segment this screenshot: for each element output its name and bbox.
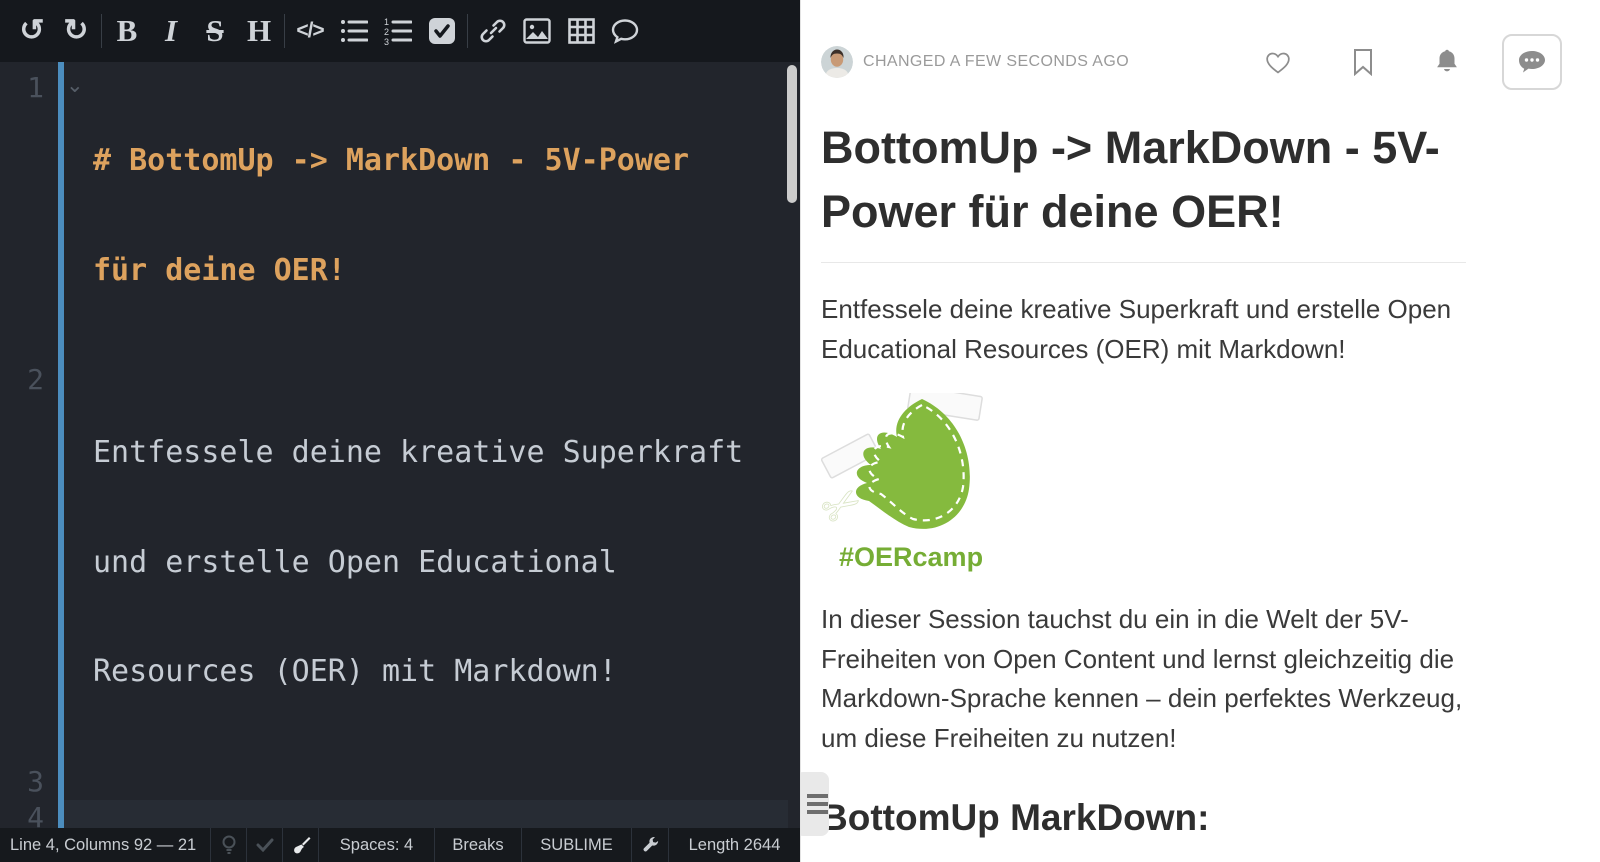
italic-button[interactable]: I <box>149 9 193 53</box>
bell-icon <box>1434 48 1460 76</box>
toolbar-divider <box>101 14 102 48</box>
check-icon <box>256 838 274 852</box>
document-title: BottomUp -> MarkDown - 5V-Power für dein… <box>821 116 1466 263</box>
code-row[interactable]: # BottomUp -> MarkDown - 5V-Power <box>93 143 800 180</box>
status-bar: Line 4, Columns 92 — 21 Spaces: 4 Breaks… <box>0 828 800 862</box>
link-button[interactable] <box>471 9 515 53</box>
editor-pane: ↺ ↻ B I S H </> 1 2 3 <box>0 0 800 862</box>
rendered-document: BottomUp -> MarkDown - 5V-Power für dein… <box>821 92 1466 862</box>
link-icon <box>479 17 507 45</box>
heading-icon: H <box>247 13 271 49</box>
redo-button[interactable]: ↻ <box>54 9 98 53</box>
oercamp-logo-caption: #OERcamp <box>839 542 1466 573</box>
heart-icon <box>1264 49 1292 75</box>
line-number: 3 <box>0 764 64 801</box>
editor-scrollbar-thumb[interactable] <box>787 65 797 203</box>
document-length-status: Length 2644 <box>668 828 800 862</box>
app-window: ↺ ↻ B I S H </> 1 2 3 <box>0 0 1600 862</box>
redo-icon: ↻ <box>63 16 88 46</box>
code-row[interactable]: Entfessele deine kreative Superkraft <box>93 435 800 472</box>
bold-button[interactable]: B <box>105 9 149 53</box>
author-avatar[interactable] <box>821 46 853 78</box>
indent-setting[interactable]: Spaces: 4 <box>318 828 434 862</box>
heading-button[interactable]: H <box>237 9 281 53</box>
table-button[interactable] <box>559 9 603 53</box>
theme-brush-toggle[interactable] <box>282 828 318 862</box>
italic-icon: I <box>165 13 177 49</box>
image-button[interactable] <box>515 9 559 53</box>
cursor-position-status: Line 4, Columns 92 — 21 <box>0 828 210 862</box>
bold-icon: B <box>117 13 138 49</box>
comment-icon <box>611 18 639 44</box>
code-row[interactable]: Resources (OER) mit Markdown! <box>93 654 800 691</box>
oercamp-logo-image: ✂ #OERcamp <box>821 393 1466 573</box>
code-row[interactable]: für deine OER! <box>93 253 800 290</box>
speech-bubble-icon <box>1516 48 1548 76</box>
toc-handle[interactable] <box>800 772 829 836</box>
preferences-button[interactable] <box>631 828 668 862</box>
editor-line-1[interactable]: 1 ⌄ # BottomUp -> MarkDown - 5V-Power fü… <box>0 70 800 362</box>
code-row[interactable]: und erstelle Open Educational <box>93 545 800 582</box>
lightbulb-icon <box>221 835 237 855</box>
paragraph-1: Entfessele deine kreative Superkraft und… <box>821 290 1466 369</box>
svg-text:3: 3 <box>384 37 389 45</box>
wrench-icon <box>641 836 659 854</box>
undo-icon: ↺ <box>19 16 44 46</box>
bookmark-button[interactable] <box>1352 48 1374 76</box>
editor-line-3[interactable]: 3 <box>0 764 800 801</box>
spellcheck-toggle[interactable] <box>246 828 282 862</box>
strikethrough-icon: S <box>206 13 223 49</box>
oercamp-flame-graphic: ✂ <box>821 393 986 535</box>
comment-button[interactable] <box>603 9 647 53</box>
table-icon <box>568 18 595 44</box>
line-number: 2 <box>0 362 64 764</box>
section-heading: BottomUp MarkDown: <box>821 798 1466 862</box>
unordered-list-button[interactable] <box>332 9 376 53</box>
unordered-list-icon <box>340 18 368 44</box>
code-icon: </> <box>296 19 323 43</box>
line-number: 1 <box>0 70 64 362</box>
markdown-editor[interactable]: 1 ⌄ # BottomUp -> MarkDown - 5V-Power fü… <box>0 62 800 828</box>
subscribe-button[interactable] <box>1434 48 1460 76</box>
code-button[interactable]: </> <box>288 9 332 53</box>
editor-toolbar: ↺ ↻ B I S H </> 1 2 3 <box>0 0 800 62</box>
strikethrough-button[interactable]: S <box>193 9 237 53</box>
ordered-list-button[interactable]: 1 2 3 <box>376 9 420 53</box>
hint-toggle[interactable] <box>210 828 246 862</box>
preview-pane: CHANGED A FEW SECONDS AGO <box>800 0 1600 862</box>
svg-text:1: 1 <box>384 17 389 27</box>
ordered-list-icon: 1 2 3 <box>384 17 412 45</box>
preview-header: CHANGED A FEW SECONDS AGO <box>821 32 1562 92</box>
fold-chevron-icon[interactable]: ⌄ <box>66 68 84 105</box>
linebreaks-setting[interactable]: Breaks <box>434 828 521 862</box>
task-list-icon <box>429 18 455 44</box>
image-icon <box>523 18 551 44</box>
open-comments-button[interactable] <box>1502 34 1562 90</box>
svg-text:2: 2 <box>384 27 389 37</box>
line-number: 4 <box>0 800 64 828</box>
task-list-button[interactable] <box>420 9 464 53</box>
bookmark-icon <box>1352 48 1374 76</box>
last-changed-label: CHANGED A FEW SECONDS AGO <box>863 53 1129 71</box>
paintbrush-icon <box>291 835 311 855</box>
undo-button[interactable]: ↺ <box>10 9 54 53</box>
paragraph-2: In dieser Session tauchst du ein in die … <box>821 600 1466 758</box>
like-button[interactable] <box>1264 49 1292 75</box>
avatar-photo <box>821 46 853 78</box>
hamburger-icon <box>807 794 828 798</box>
toolbar-divider <box>467 14 468 48</box>
editor-line-4[interactable]: 4 ![](https://open-educational- resource… <box>0 800 800 828</box>
toolbar-divider <box>284 14 285 48</box>
keymap-setting[interactable]: SUBLIME <box>521 828 631 862</box>
editor-line-2[interactable]: 2 Entfessele deine kreative Superkraft u… <box>0 362 800 764</box>
